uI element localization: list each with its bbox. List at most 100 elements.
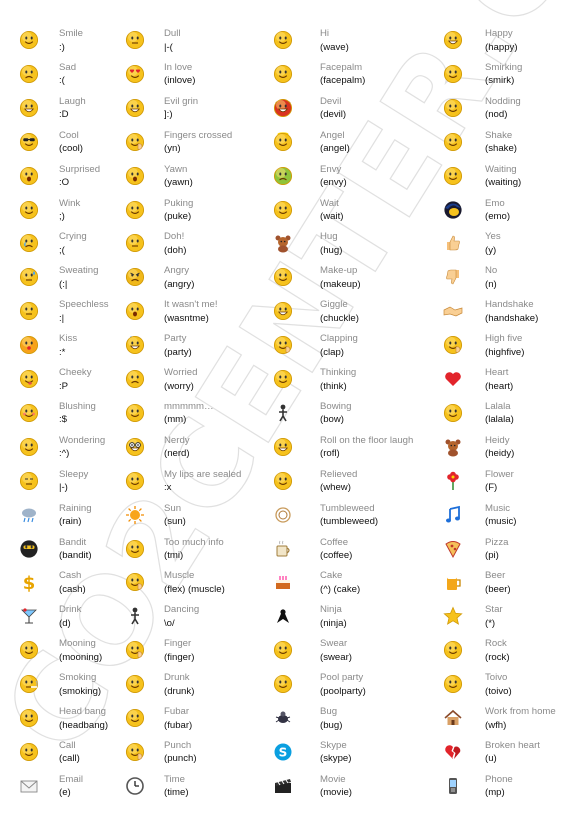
emoticon-label: Clapping [320, 333, 358, 345]
emoticon-entry: Nodding (nod) [443, 95, 573, 129]
emoticon-code: (whew) [320, 482, 351, 494]
emoticon-code: (tmi) [164, 550, 184, 561]
emoticon-label: Pool party [320, 672, 364, 684]
thumbs-up-icon [443, 233, 463, 253]
emoticon-entry: Hi (wave) [273, 27, 421, 61]
nerdy-icon [125, 437, 145, 457]
emoticon-entry: Waiting (waiting) [443, 163, 573, 197]
emoticon-code: ]:) [164, 109, 173, 121]
emoticon-label: Heart [485, 367, 509, 378]
emoticon-entry: Music (music) [443, 502, 573, 536]
emoticon-code: (beer) [485, 583, 511, 595]
emoticon-label: Star [485, 604, 503, 616]
emoticon-code: :$ [59, 414, 68, 426]
emoticon-code: (highfive) [485, 346, 525, 358]
emoticon-code: |-) [59, 482, 68, 494]
smoking-icon [19, 674, 39, 694]
dull-icon [125, 30, 145, 50]
emoticon-code: (mm) [164, 414, 187, 426]
rock-icon [443, 640, 463, 660]
emoticon-code: :) [59, 41, 65, 53]
tmi-icon [125, 539, 145, 559]
yawn-icon [125, 166, 145, 186]
emoticon-label: Rock [485, 638, 507, 650]
emoticon-label: Time [164, 773, 185, 785]
emoticon-code: (waiting) [485, 177, 522, 189]
emoticon-label: Make-up [320, 265, 358, 277]
emoticon-code: (mooning) [59, 651, 103, 663]
wasntme-icon [125, 301, 145, 321]
emoticon-label: Thinking [320, 367, 357, 378]
emoticon-code: (coffee) [320, 550, 353, 561]
emoticon-entry: Smirking (smirk) [443, 61, 573, 95]
emoticon-label: Doh! [164, 231, 185, 243]
emoticon-entry: Yes (y) [443, 230, 573, 264]
movie-clapper-icon [273, 776, 293, 796]
emoticon-code: (tumbleweed) [320, 516, 379, 528]
emoticon-label: Yes [485, 231, 501, 243]
muscle-icon [125, 572, 145, 592]
lalala-icon [443, 403, 463, 423]
emoticon-entry: Too much info (tmi) [125, 536, 273, 570]
emoticon-entry: Pizza (pi) [443, 536, 573, 570]
emoticon-label: Nerdy [164, 434, 190, 446]
facepalm-icon [273, 64, 293, 84]
emoticon-code: (doh) [164, 244, 187, 256]
emoticon-label: Sad [59, 61, 77, 73]
emoticon-code: (pi) [485, 550, 499, 561]
emoticon-entry: Party (party) [125, 332, 273, 366]
punch-icon [125, 742, 145, 762]
emoticon-code: :O [59, 177, 70, 189]
emoticon-label: Pizza [485, 536, 509, 548]
coffee-icon [273, 539, 293, 559]
nodding-icon [443, 98, 463, 118]
inlove-icon [125, 64, 145, 84]
emoticon-code: (yn) [164, 143, 181, 155]
emoticon-code: (rain) [59, 516, 82, 528]
emoticon-code: :D [59, 109, 69, 121]
emoticon-label: Ninja [320, 604, 342, 616]
happy-icon [443, 30, 463, 50]
emoticon-entry: Muscle (flex) (muscle) [125, 569, 273, 603]
emoticon-code: ;( [59, 244, 65, 256]
emoticon-label: Fingers crossed [164, 129, 233, 141]
emoticon-label: Emo [485, 197, 505, 209]
emoticon-label: Cash [59, 570, 82, 582]
emoticon-entry: No (n) [443, 264, 573, 298]
emoticon-code: (inlove) [164, 75, 196, 87]
emoticon-code: (wave) [320, 41, 349, 53]
clock-icon [125, 776, 145, 796]
laugh-icon [19, 98, 39, 118]
surprised-icon [19, 166, 39, 186]
emoticon-label: Angel [320, 129, 345, 141]
emoticon-code: (toivo) [485, 685, 512, 697]
emoticon-code: (hug) [320, 244, 343, 256]
emoticon-code: :* [59, 346, 66, 358]
emoticon-label: Facepalm [320, 61, 363, 73]
emoticon-code: (swear) [320, 651, 352, 663]
emoticon-entry: My lips are sealed:x [125, 468, 273, 502]
sad-icon [19, 64, 39, 84]
emoticon-code: (d) [59, 617, 71, 629]
star-icon [443, 606, 463, 626]
swear-icon [273, 640, 293, 660]
emoticon-entry: Giggle (chuckle) [273, 298, 421, 332]
emoticon-label: Smoking [59, 672, 97, 684]
emoticon-label: Envy [320, 163, 342, 175]
emoticon-label: Lalala [485, 400, 511, 412]
emoticon-code: (wait) [320, 211, 344, 222]
emoticon-label: Bug [320, 706, 338, 717]
emoticon-code: (heidy) [485, 448, 515, 460]
emoticon-code: (puke) [164, 211, 192, 222]
emoticon-entry: In love (inlove) [125, 61, 273, 95]
emoticon-entry: Flower (F) [443, 468, 573, 502]
wondering-icon [19, 437, 39, 457]
fingers-crossed-icon [125, 132, 145, 152]
evil-grin-icon [125, 98, 145, 118]
emoticon-label: Drink [59, 604, 82, 616]
emoticon-entry: Movie (movie) [273, 773, 421, 807]
emoticon-label: Nodding [485, 95, 521, 107]
emoticon-label: Shake [485, 129, 513, 141]
emoticon-label: Call [59, 739, 76, 751]
emoticon-code: \o/ [164, 617, 175, 629]
